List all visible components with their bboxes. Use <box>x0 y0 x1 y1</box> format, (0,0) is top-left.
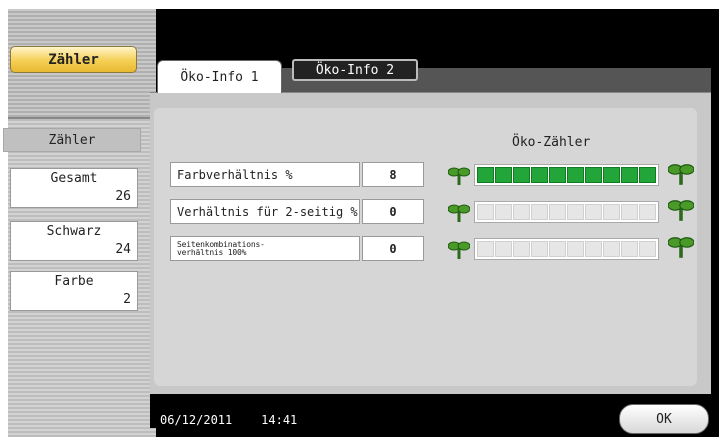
bar-segment <box>531 241 548 257</box>
bar-segment <box>603 204 620 220</box>
sprout-icon <box>668 164 694 185</box>
tab-eco-info-2[interactable]: Öko-Info 2 <box>292 59 418 81</box>
bar-segment <box>477 204 494 220</box>
counter-value: 2 <box>123 292 131 307</box>
sprout-icon <box>668 237 694 258</box>
zweiseitig-value: 0 <box>362 199 424 224</box>
counter-value: 24 <box>115 242 131 257</box>
eco-bar-seitenkombination <box>474 238 659 260</box>
zahler-button[interactable]: Zähler <box>10 46 137 73</box>
farbverhaeltnis-label: Farbverhältnis % <box>170 162 360 187</box>
counter-value: 26 <box>115 189 131 204</box>
eco-bar-farbverhaeltnis <box>474 164 659 186</box>
sprout-icon <box>448 241 470 259</box>
tab-eco-info-1[interactable]: Öko-Info 1 <box>157 60 282 93</box>
date-text: 06/12/2011 <box>160 413 233 427</box>
eco-counter-title: Öko-Zähler <box>512 135 591 150</box>
bar-segment <box>621 241 638 257</box>
bar-segment <box>549 204 566 220</box>
time-text: 14:41 <box>261 413 298 427</box>
bar-segment <box>603 167 620 183</box>
bar-segment <box>495 241 512 257</box>
bar-segment <box>495 167 512 183</box>
bar-segment <box>495 204 512 220</box>
zweiseitig-label: Verhältnis für 2-seitig % <box>170 199 360 224</box>
bar-segment <box>621 204 638 220</box>
bar-segment <box>585 167 602 183</box>
bar-segment <box>513 167 530 183</box>
bar-segment <box>639 241 656 257</box>
bar-segment <box>567 241 584 257</box>
counter-section-title: Zähler <box>3 128 141 152</box>
bar-segment <box>621 167 638 183</box>
bar-segment <box>549 167 566 183</box>
counter-schwarz: Schwarz 24 <box>10 221 138 261</box>
counter-farbe: Farbe 2 <box>10 271 138 311</box>
seitenkombination-label: Seitenkombinations- verhältnis 100% <box>170 236 360 261</box>
bar-segment <box>585 241 602 257</box>
seitenkombination-value: 0 <box>362 236 424 261</box>
bar-segment <box>477 167 494 183</box>
sprout-icon <box>448 204 470 222</box>
eco-bar-zweiseitig <box>474 201 659 223</box>
bar-segment <box>567 167 584 183</box>
farbverhaeltnis-value: 8 <box>362 162 424 187</box>
counter-label: Schwarz <box>46 224 102 239</box>
sprout-icon <box>668 200 694 221</box>
counter-label: Gesamt <box>50 171 98 186</box>
counter-label: Farbe <box>54 274 94 289</box>
bar-segment <box>603 241 620 257</box>
ok-button[interactable]: OK <box>619 404 709 434</box>
counter-gesamt: Gesamt 26 <box>10 168 138 208</box>
datetime: 06/12/2011 14:41 <box>160 413 297 427</box>
bar-segment <box>513 241 530 257</box>
bar-segment <box>477 241 494 257</box>
bar-segment <box>531 204 548 220</box>
sprout-icon <box>448 167 470 185</box>
bar-segment <box>513 204 530 220</box>
bar-segment <box>639 204 656 220</box>
bar-segment <box>531 167 548 183</box>
bar-segment <box>585 204 602 220</box>
bar-segment <box>567 204 584 220</box>
bar-segment <box>639 167 656 183</box>
bar-segment <box>549 241 566 257</box>
